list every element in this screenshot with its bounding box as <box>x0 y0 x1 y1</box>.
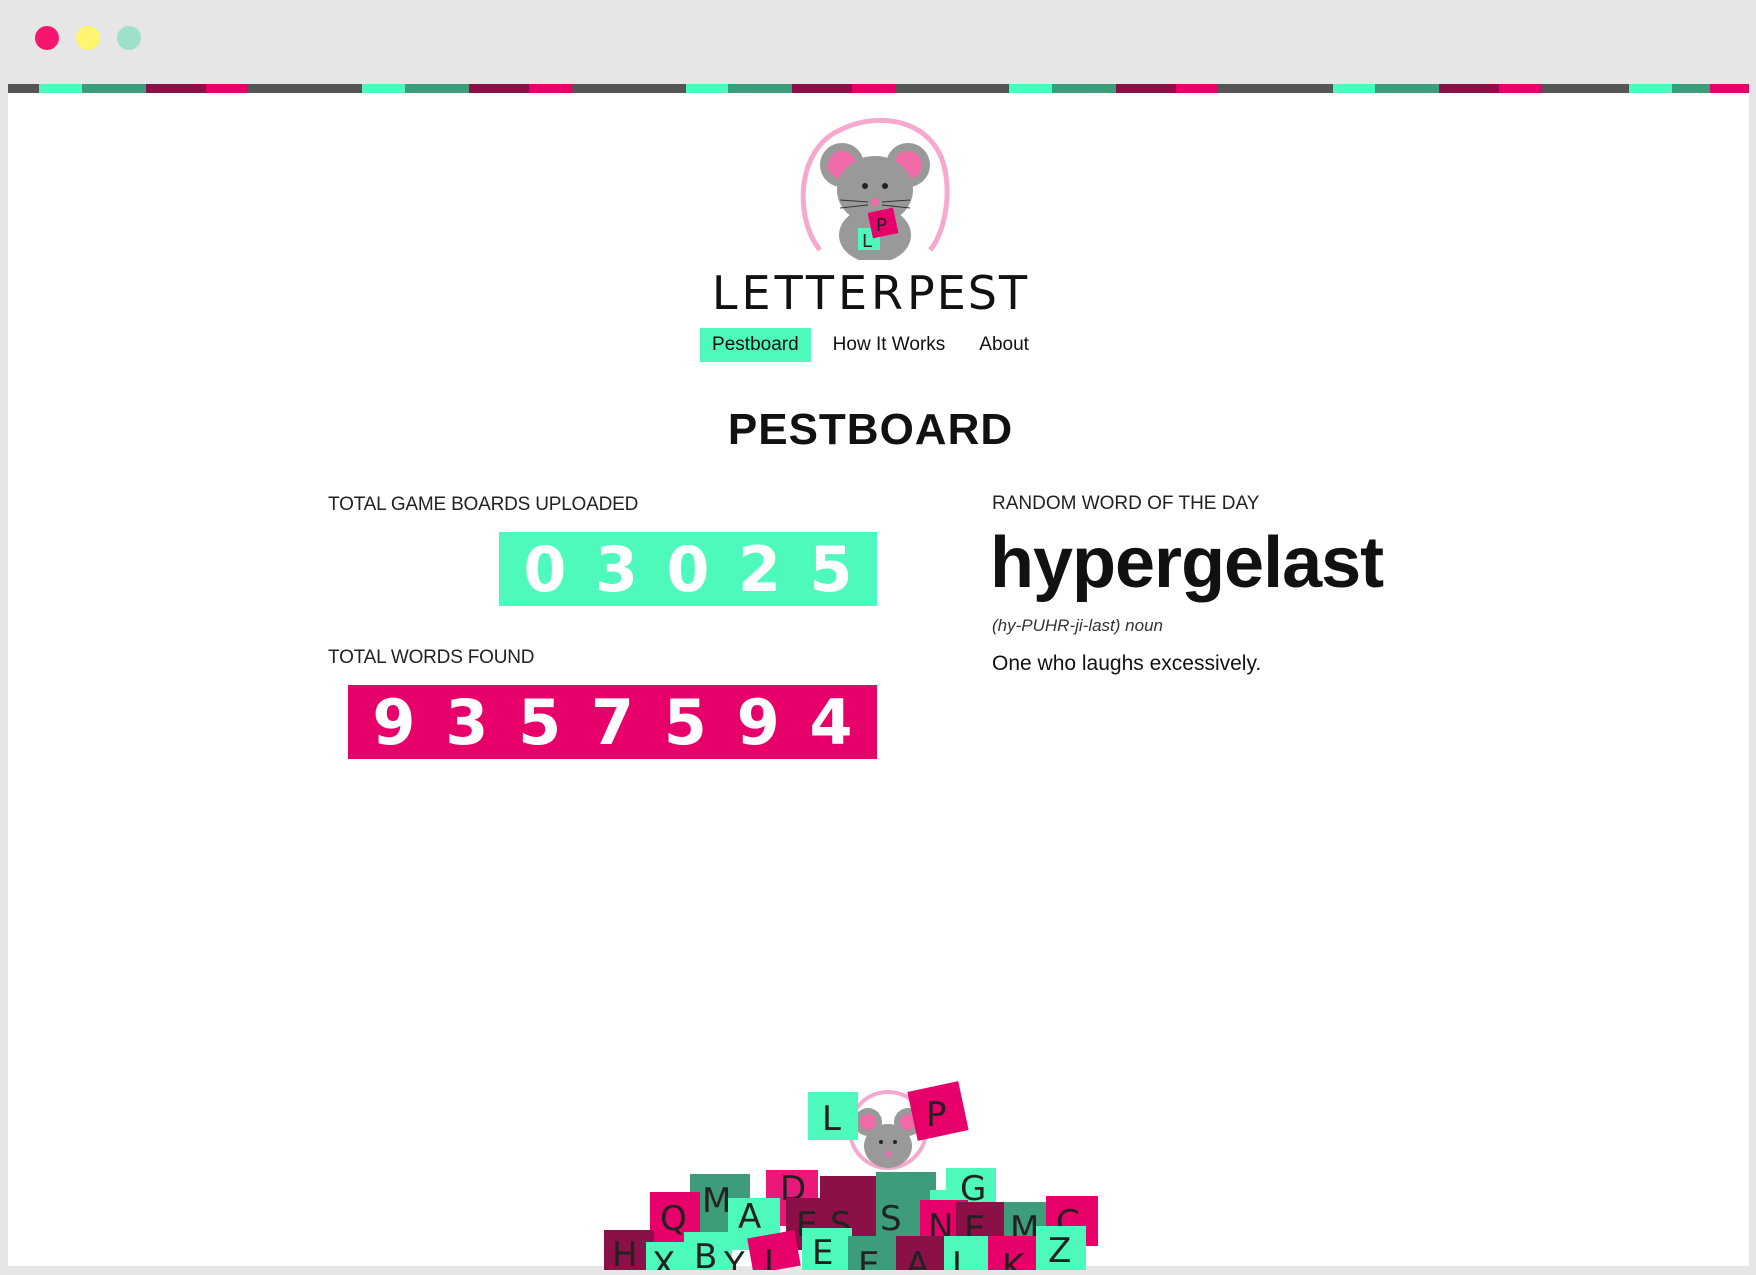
brand-wordmark-bold: PEST <box>907 266 1030 320</box>
svg-text:Q: Q <box>660 1199 687 1239</box>
decorative-color-stripe <box>8 84 1750 93</box>
counter-digit: 2 <box>737 532 782 606</box>
counter-digit: 3 <box>594 532 639 606</box>
logo-mouse-icon[interactable]: L P <box>780 110 970 263</box>
svg-text:P: P <box>926 1095 947 1135</box>
svg-text:E: E <box>812 1233 833 1270</box>
svg-text:Z: Z <box>1048 1231 1071 1270</box>
counter-digit: 9 <box>736 685 780 759</box>
maximize-window-icon[interactable] <box>117 26 141 50</box>
svg-text:M: M <box>702 1181 731 1221</box>
word-of-day-definition: One who laughs excessively. <box>992 652 1262 675</box>
counter-digit: 0 <box>666 532 710 606</box>
pile-tile: Z <box>1036 1226 1086 1271</box>
counter-digit: 5 <box>518 685 562 759</box>
words-found-counter: 9 3 5 7 5 9 4 <box>348 685 877 759</box>
counter-digit: 7 <box>590 685 635 759</box>
logo-tile-p: P <box>876 215 887 236</box>
counter-digit: 4 <box>809 685 853 759</box>
pile-tile: P <box>907 1081 969 1141</box>
pile-tile: Y <box>723 1245 745 1275</box>
brand-wordmark[interactable]: LETTERPEST <box>0 266 1741 320</box>
pile-tile: I <box>944 1236 988 1275</box>
pile-tile: E <box>848 1236 898 1275</box>
pile-tile: S <box>880 1199 902 1239</box>
svg-text:Y: Y <box>723 1245 745 1270</box>
svg-text:S: S <box>880 1199 902 1239</box>
pile-tile: X <box>646 1242 686 1275</box>
boards-uploaded-label: TOTAL GAME BOARDS UPLOADED <box>328 494 639 515</box>
pile-tile: A <box>896 1236 946 1275</box>
pile-tile: E <box>802 1228 852 1273</box>
word-of-day-word: hypergelast <box>990 523 1384 603</box>
svg-text:A: A <box>738 1197 761 1237</box>
svg-text:I: I <box>952 1245 962 1270</box>
svg-text:B: B <box>694 1237 717 1270</box>
minimize-window-icon[interactable] <box>76 26 100 50</box>
svg-text:K: K <box>1002 1247 1026 1270</box>
counter-digit: 5 <box>663 685 707 759</box>
brand-wordmark-light: LETTER <box>711 266 907 320</box>
svg-text:I: I <box>764 1243 774 1270</box>
counter-digit: 5 <box>809 532 853 606</box>
counter-digit: 0 <box>523 532 567 606</box>
svg-text:A: A <box>906 1245 929 1270</box>
word-of-day-label: RANDOM WORD OF THE DAY <box>992 493 1260 514</box>
close-window-icon[interactable] <box>35 26 59 50</box>
word-of-day-pronunciation: (hy-PUHR-ji-last) noun <box>992 616 1163 635</box>
browser-chrome <box>0 0 1756 84</box>
letter-pile-illustration: L P Q M A D E S S N G E M C H X B Y I E … <box>590 1050 1170 1275</box>
svg-text:L: L <box>822 1099 841 1139</box>
page-title: PESTBOARD <box>727 405 1014 454</box>
logo-tile-l: L <box>862 231 872 252</box>
counter-digit: 9 <box>372 685 416 759</box>
counter-digit: 3 <box>445 685 489 759</box>
nav-item-how-it-works[interactable]: How It Works <box>821 328 958 362</box>
svg-text:H: H <box>612 1235 638 1270</box>
main-nav: Pestboard How It Works About <box>0 328 1741 362</box>
nav-item-about[interactable]: About <box>967 328 1041 362</box>
pile-tile: M <box>702 1181 731 1221</box>
pile-tile: L <box>808 1092 858 1140</box>
svg-text:X: X <box>652 1245 675 1270</box>
svg-text:E: E <box>858 1245 879 1270</box>
boards-uploaded-counter: 0 3 0 2 5 <box>499 532 877 606</box>
nav-item-pestboard[interactable]: Pestboard <box>700 328 811 362</box>
words-found-label: TOTAL WORDS FOUND <box>328 647 535 668</box>
